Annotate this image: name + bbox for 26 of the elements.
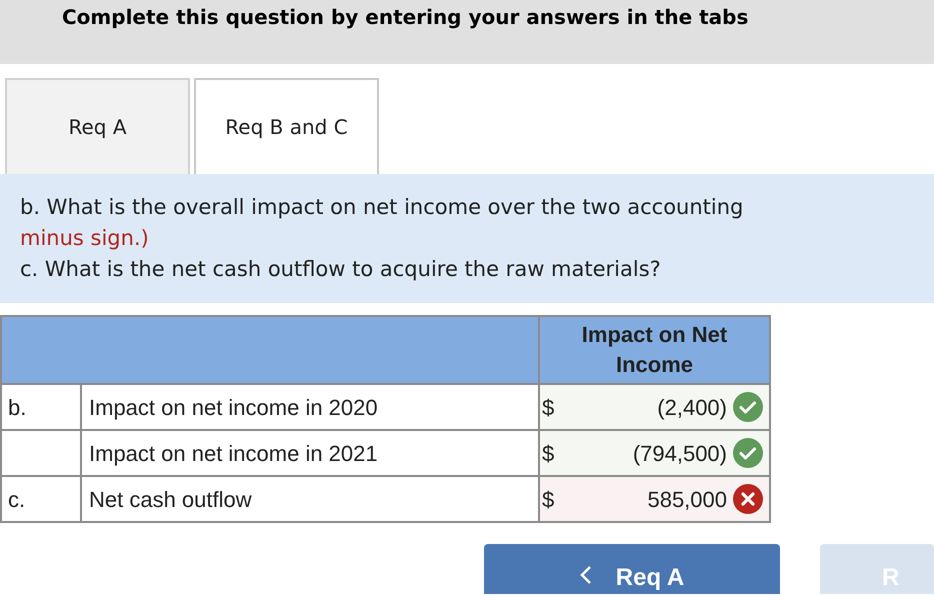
currency-sign: $ [542, 394, 554, 422]
row-label: Net cash outflow [81, 476, 539, 522]
currency-sign: $ [542, 440, 554, 468]
question-note: minus sign.) [20, 225, 150, 252]
tab[interactable]: Req B and C [194, 78, 379, 174]
answer-field[interactable]: $ (794,500) [539, 430, 770, 476]
question-text: b. What is the overall impact on net income over the two accounting [20, 194, 744, 221]
row-letter: c. [1, 476, 81, 522]
cross-icon [733, 484, 763, 514]
chevron-left-icon [580, 565, 592, 585]
answer-field[interactable]: $ 585,000 [539, 476, 770, 522]
currency-sign: $ [542, 486, 554, 514]
answer-value: (2,400) [657, 394, 727, 422]
tab[interactable]: Req A [5, 78, 190, 174]
row-label: Impact on net income in 2020 [81, 384, 539, 430]
column-header: Impact on Net Income [539, 316, 770, 384]
row-letter: b. [1, 384, 81, 430]
answer-value: 585,000 [647, 486, 727, 514]
question-text: c. What is the net cash outflow to acquire the raw materials? [20, 256, 662, 283]
instruction-text: Complete this question by entering your answers in the tabs [62, 4, 748, 31]
answer-value: (794,500) [632, 440, 727, 468]
row-label: Impact on net income in 2021 [81, 430, 539, 476]
check-icon [733, 438, 763, 468]
answer-field[interactable]: $ (2,400) [539, 384, 770, 430]
previous-button[interactable]: Req A [484, 544, 780, 594]
check-icon [733, 392, 763, 422]
